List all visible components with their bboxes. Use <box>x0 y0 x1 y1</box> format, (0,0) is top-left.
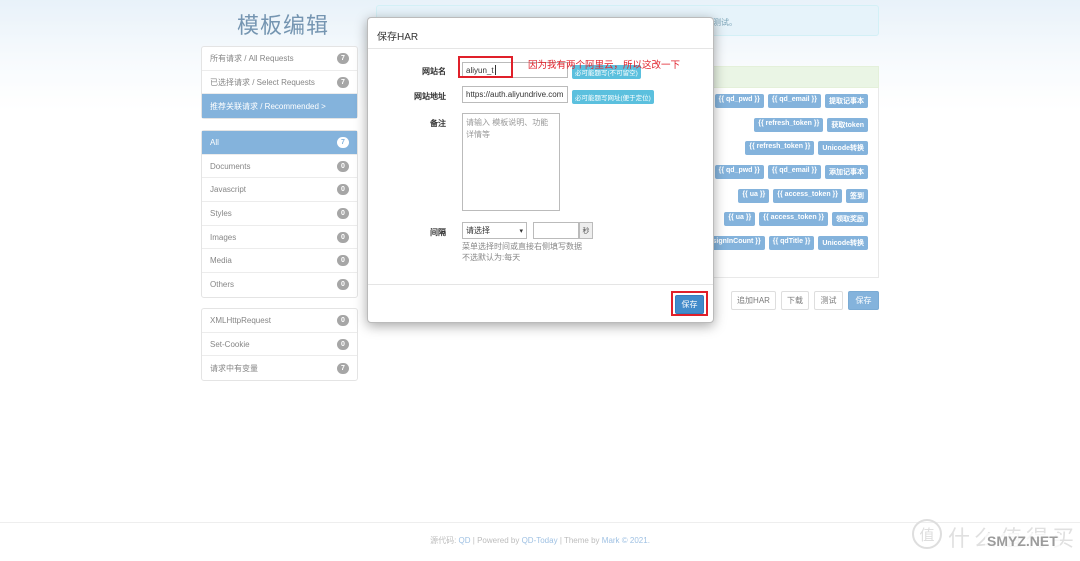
dialog-title: 保存HAR <box>368 18 713 49</box>
site-name-highlight-box <box>458 56 513 78</box>
note-textarea[interactable]: 请输入 模板说明、功能详情等 <box>462 113 560 211</box>
interval-seconds-input[interactable] <box>533 222 579 239</box>
site-url-input[interactable]: https://auth.aliyundrive.com <box>462 86 568 103</box>
annotation-text: 因为我有两个阿里云，所以这改一下 <box>528 60 681 71</box>
chevron-down-icon: ▾ <box>519 227 523 235</box>
seconds-unit: 秒 <box>579 222 593 239</box>
save-button-highlight-box <box>671 291 708 316</box>
site-name-label: 网站名 <box>422 67 446 76</box>
interval-label: 间隔 <box>430 228 446 237</box>
interval-hint: 菜单选择时间或直接右侧填写数据 <box>462 242 582 251</box>
site-url-label: 网站地址 <box>414 92 446 101</box>
interval-select-value: 请选择 <box>466 226 490 235</box>
note-placeholder: 请输入 模板说明、功能详情等 <box>466 118 549 139</box>
interval-default-hint: 不选默认为:每天 <box>462 253 521 262</box>
dialog-footer: 保存 <box>368 284 713 324</box>
interval-select[interactable]: 请选择 ▾ <box>462 222 527 239</box>
site-url-help-tag: 必可能题写网址(便于定位) <box>572 90 654 104</box>
note-label: 备注 <box>430 119 446 128</box>
